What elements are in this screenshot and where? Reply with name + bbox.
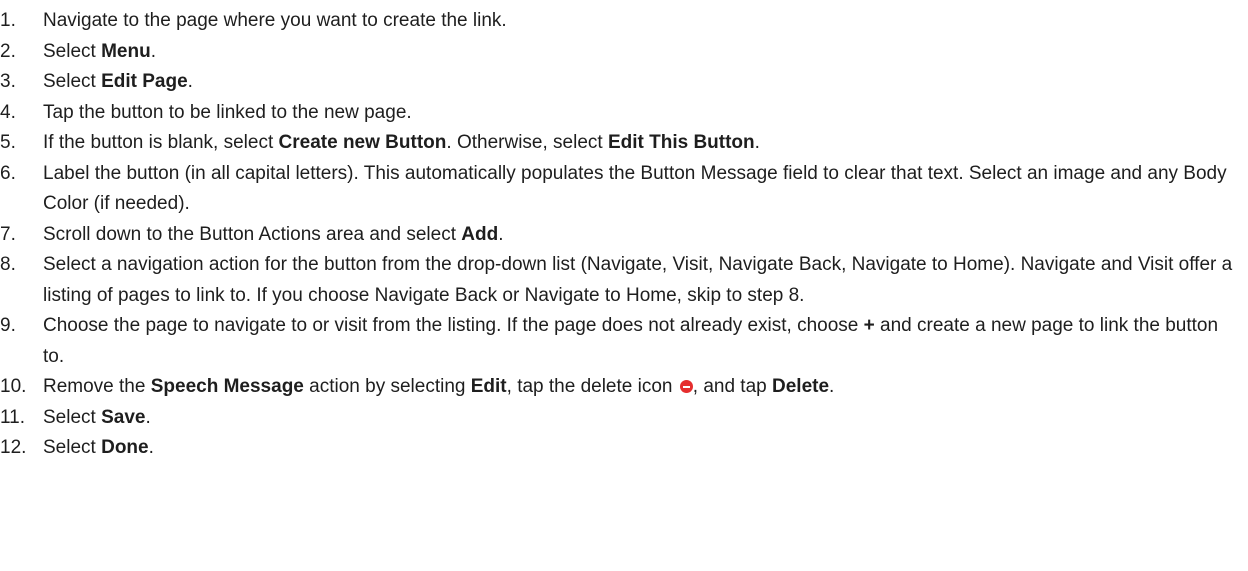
step-number: 8. xyxy=(0,254,16,275)
delete-icon xyxy=(679,380,693,393)
step-text-run: Select xyxy=(43,40,102,62)
step-number: 1. xyxy=(0,10,16,31)
step-number: 4. xyxy=(0,101,16,123)
ui-term: Edit xyxy=(470,376,507,397)
step-text: Remove the Speech Message action by sele… xyxy=(43,376,834,397)
step-text: Scroll down to the Button Actions area a… xyxy=(43,224,503,245)
step-text-run: . xyxy=(754,132,760,153)
step-text: Select Save. xyxy=(43,407,151,428)
step-text-run: Scroll down to the Button Actions area a… xyxy=(43,223,462,245)
step-number: 5. xyxy=(0,132,16,153)
step-text-run: Remove the xyxy=(43,376,151,397)
list-item: 9. Choose the page to navigate to or visi… xyxy=(0,311,1240,372)
step-text-run: Select xyxy=(43,71,102,92)
list-item: 3. Select Edit Page. xyxy=(0,67,1240,98)
step-text-run: , and tap xyxy=(692,376,772,397)
step-text-run: Label the button (in all capital letters… xyxy=(43,162,1227,215)
list-item: 10. Remove the Speech Message action by s… xyxy=(0,372,1240,403)
step-text: Choose the page to navigate to or visit … xyxy=(43,315,1218,367)
step-text: Select Menu. xyxy=(43,41,156,62)
step-text-run: Select a navigation action for the butto… xyxy=(43,254,1233,306)
step-number: 10. xyxy=(0,376,27,397)
step-text: Select a navigation action for the butto… xyxy=(43,254,1232,306)
ui-term: Add xyxy=(461,223,499,245)
step-text-run: . xyxy=(150,40,156,62)
ui-term: Edit This Button xyxy=(607,132,755,153)
list-item: 6. Label the button (in all capital lette… xyxy=(0,159,1240,220)
step-number: 7. xyxy=(0,223,16,245)
step-text-run: Navigate to the page where you want to c… xyxy=(43,10,507,31)
step-text: If the button is blank, select Create ne… xyxy=(43,132,760,153)
step-text-run: Tap the button to be linked to the new p… xyxy=(43,101,412,123)
list-item: 1. Navigate to the page where you want to… xyxy=(0,6,1240,37)
ui-term: + xyxy=(863,315,875,336)
step-number: 12. xyxy=(0,437,27,458)
step-text-run: Select xyxy=(43,437,102,458)
step-text-run: action by selecting xyxy=(303,376,471,397)
step-number: 6. xyxy=(0,162,16,184)
step-text: Tap the button to be linked to the new p… xyxy=(43,102,412,123)
step-text-run: If the button is blank, select xyxy=(43,132,279,153)
instruction-list: 1. Navigate to the page where you want to… xyxy=(0,6,1240,464)
step-number: 11. xyxy=(0,406,26,428)
ui-term: Edit Page xyxy=(101,71,188,92)
ui-term: Speech Message xyxy=(150,376,304,397)
list-item: 7. Scroll down to the Button Actions area… xyxy=(0,220,1240,251)
step-text-run: . xyxy=(829,376,835,397)
step-number: 9. xyxy=(0,315,16,336)
step-text-run: . xyxy=(148,437,154,458)
step-text-run: . xyxy=(498,223,504,245)
step-number: 3. xyxy=(0,71,16,92)
list-item: 2. Select Menu. xyxy=(0,37,1240,68)
step-text: Select Done. xyxy=(43,437,154,458)
step-number: 2. xyxy=(0,40,16,62)
list-item: 12. Select Done. xyxy=(0,433,1240,464)
ui-term: Delete xyxy=(772,376,830,397)
step-text-run: , tap the delete icon xyxy=(506,376,678,397)
step-text-run: . xyxy=(145,406,151,428)
ui-term: Save xyxy=(101,406,146,428)
step-text: Label the button (in all capital letters… xyxy=(43,163,1227,215)
step-text: Select Edit Page. xyxy=(43,71,193,92)
ui-term: Menu xyxy=(101,40,151,62)
step-text: Navigate to the page where you want to c… xyxy=(43,10,507,31)
step-text-run: . xyxy=(187,71,193,92)
list-item: 11. Select Save. xyxy=(0,403,1240,434)
step-text-run: . Otherwise, select xyxy=(446,132,608,153)
ui-term: Done xyxy=(101,437,149,458)
list-item: 5. If the button is blank, select Create … xyxy=(0,128,1240,159)
step-text-run: Select xyxy=(43,406,102,428)
list-item: 4. Tap the button to be linked to the new… xyxy=(0,98,1240,129)
ui-term: Create new Button xyxy=(278,132,447,153)
list-item: 8. Select a navigation action for the but… xyxy=(0,250,1240,311)
step-text-run: Choose the page to navigate to or visit … xyxy=(43,315,864,336)
